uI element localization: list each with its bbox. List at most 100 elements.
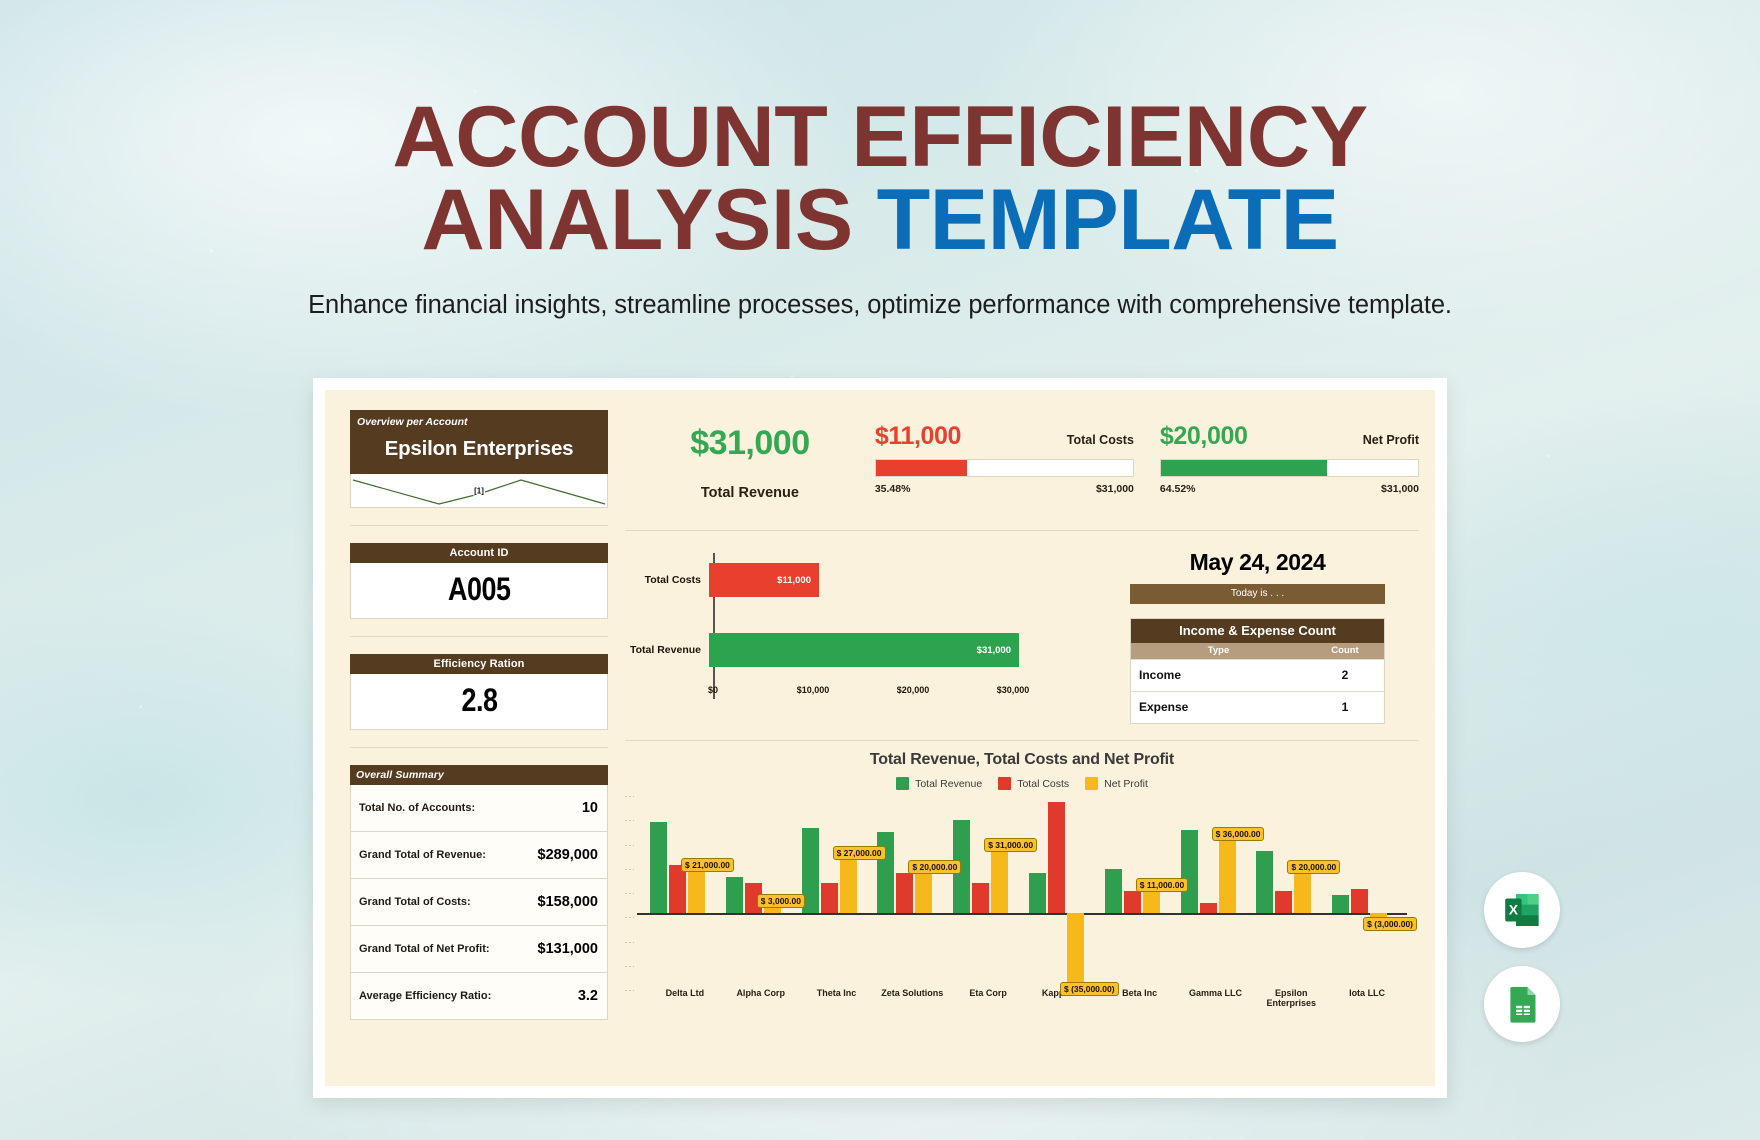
account-id-label: Account ID — [350, 543, 608, 563]
income-expense-count-table: Income & Expense Count Type Count Income… — [1130, 618, 1385, 724]
summary-row-key: Grand Total of Revenue: — [359, 849, 486, 861]
hbar-tick: $0 — [707, 685, 719, 695]
spreadsheet-preview-card: Overview per Account Epsilon Enterprises… — [313, 378, 1447, 1098]
hbar-label-costs: Total Costs — [644, 574, 701, 586]
bar-total-revenue — [1028, 872, 1046, 914]
count-row-type: Expense — [1139, 700, 1189, 714]
grid-mark — [625, 796, 634, 797]
summary-row-value: $131,000 — [537, 941, 598, 957]
summary-row-value: $289,000 — [537, 847, 598, 863]
google-sheets-badge[interactable] — [1484, 966, 1560, 1042]
bar-net-profit — [688, 870, 705, 914]
hbar-bar-revenue: $31,000 — [709, 633, 1019, 667]
efficiency-ratio-value-box: 2.8 — [350, 674, 608, 730]
table-row: Income 2 — [1131, 659, 1384, 691]
excel-icon: X — [1505, 894, 1539, 926]
count-table-col-type: Type — [1207, 645, 1230, 656]
total-revenue-amount: $31,000 — [690, 424, 810, 462]
grid-mark — [625, 893, 634, 894]
summary-row-value: 10 — [581, 800, 598, 816]
bar-groups: $ 21,000.00 $ 3,000.00 $ 27,000.00 $ 20,000… — [647, 796, 1418, 996]
bar-group-bars: $ 20,000.00 — [874, 796, 962, 990]
total-revenue-kpi: $31,000 Total Revenue — [625, 410, 875, 501]
x-axis-label: Alpha Corp — [736, 988, 785, 998]
overall-summary-card: Overall Summary Total No. of Accounts: 1… — [350, 765, 608, 1020]
account-id-card: Account ID A005 — [350, 543, 608, 619]
summary-row: Average Efficiency Ratio: 3.2 — [350, 973, 608, 1020]
total-costs-percent: 35.48% — [874, 483, 911, 495]
x-axis-label: Theta Inc — [816, 988, 857, 998]
total-revenue-caption: Total Revenue — [700, 485, 799, 501]
net-profit-progress-fill — [1160, 460, 1327, 476]
bar-group: $ 21,000.00 — [647, 796, 734, 990]
total-costs-progress-fill — [875, 460, 968, 476]
bar-group: $ 11,000.00 — [1102, 796, 1189, 990]
bar-data-label: $ 20,000.00 — [908, 859, 962, 874]
legend-item[interactable]: Total Revenue — [896, 777, 982, 790]
bar-total-revenue — [877, 832, 895, 914]
hbar-bar-costs: $11,000 — [709, 563, 819, 597]
legend-label: Net Profit — [1104, 777, 1148, 790]
hbar-value-revenue: $31,000 — [976, 644, 1011, 656]
efficiency-ratio-label: Efficiency Ration — [350, 654, 608, 674]
legend-label: Total Costs — [1017, 777, 1070, 790]
bar-total-costs — [1199, 903, 1217, 914]
overview-label: Overview per Account — [357, 416, 468, 428]
excel-badge[interactable]: X — [1484, 872, 1560, 948]
page-subtitle: Enhance financial insights, streamline p… — [308, 291, 1452, 320]
count-row-type: Income — [1139, 668, 1182, 682]
grid-mark — [625, 990, 634, 991]
grouped-chart-legend: Total Revenue Total Costs Net Profit — [625, 777, 1419, 790]
bar-group-bars: $ 31,000.00 — [950, 796, 1038, 990]
hbar-tick: $30,000 — [996, 685, 1030, 695]
grid-mark — [625, 844, 634, 846]
count-table-header-row: Type Count — [1131, 643, 1384, 659]
bar-group-bars: $ 3,000.00 — [723, 796, 805, 990]
summary-row: Grand Total of Costs: $158,000 — [350, 879, 608, 926]
total-costs-caption: Total Costs — [1066, 433, 1134, 447]
revenue-vs-costs-bar-chart: Total Costs $11,000 Total Revenue $31,00… — [625, 531, 1100, 741]
grouped-chart-title: Total Revenue, Total Costs and Net Profi… — [869, 751, 1175, 768]
account-id-value-box: A005 — [350, 563, 608, 619]
divider — [350, 636, 608, 637]
total-costs-total: $31,000 — [1095, 483, 1134, 495]
x-axis-label: Gamma LLC — [1188, 988, 1242, 998]
bar-net-profit — [915, 872, 933, 914]
bar-total-costs — [1275, 890, 1293, 914]
bar-net-profit — [763, 907, 781, 914]
google-sheets-icon — [1510, 987, 1536, 1023]
x-axis-label: Delta Ltd — [665, 988, 705, 998]
hbar-tick-labels: $0 $10,000 $20,000 $30,000 — [708, 685, 1100, 699]
hbar-label-revenue: Total Revenue — [630, 644, 701, 656]
legend-item[interactable]: Net Profit — [1085, 777, 1148, 790]
summary-row-key: Average Efficiency Ratio: — [359, 990, 492, 1002]
today-label-bar: Today is . . . — [1130, 584, 1385, 604]
grid-mark — [625, 965, 634, 967]
summary-row-value: $158,000 — [537, 894, 598, 910]
bar-group: $ (3,000.00) — [1329, 796, 1418, 990]
main-column: $31,000 Total Revenue $11,000 Total Cost… — [625, 410, 1419, 741]
file-format-badges: X — [1484, 872, 1560, 1060]
title-template: TEMPLATE — [876, 171, 1340, 268]
legend-label: Total Revenue — [915, 777, 983, 790]
hbar-value-costs: $11,000 — [777, 574, 811, 586]
account-sparkline: [1] — [350, 474, 608, 508]
bar-total-revenue — [1180, 830, 1198, 914]
summary-row: Total No. of Accounts: 10 — [350, 785, 608, 832]
hbar-row-revenue: Total Revenue $31,000 — [625, 627, 1100, 673]
bar-total-costs — [669, 864, 686, 914]
bar-group: $ 20,000.00 — [874, 796, 962, 990]
count-row-count: 2 — [1341, 668, 1349, 682]
page-header: ACCOUNT EFFICIENCY ANALYSIS TEMPLATE Enh… — [0, 94, 1760, 320]
bar-total-revenue — [725, 876, 743, 914]
bar-data-label: $ 3,000.00 — [756, 894, 805, 909]
bar-total-costs — [1123, 890, 1141, 914]
legend-swatch — [1085, 777, 1099, 790]
total-costs-amount: $11,000 — [874, 422, 962, 450]
bar-total-revenue — [650, 822, 667, 914]
legend-item[interactable]: Total Costs — [998, 777, 1069, 790]
bar-group: $ (35,000.00) — [1026, 796, 1119, 996]
legend-swatch — [998, 777, 1012, 790]
bar-group: $ 27,000.00 — [799, 796, 886, 990]
count-table-title: Income & Expense Count — [1131, 619, 1384, 643]
